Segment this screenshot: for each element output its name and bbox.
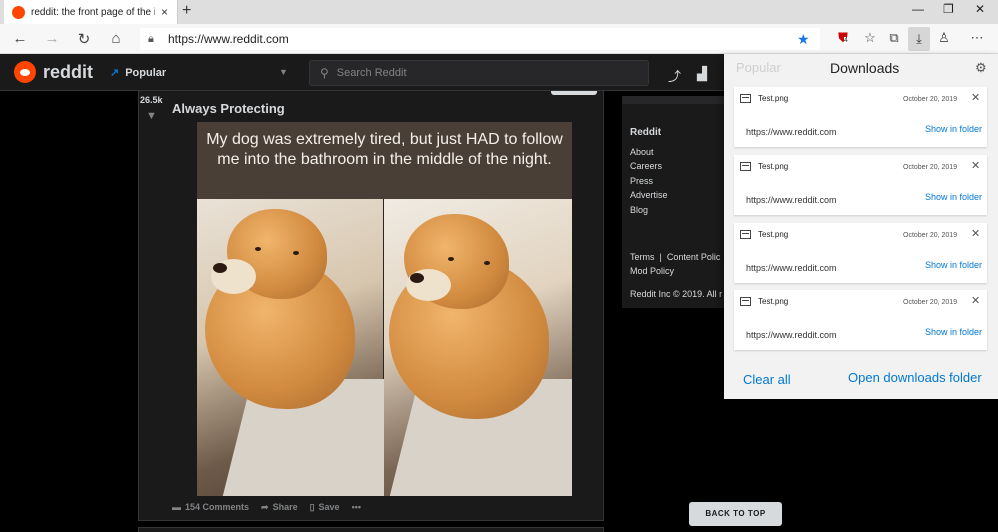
dog-photo-left	[197, 199, 422, 496]
download-filename[interactable]: Test.png	[758, 162, 788, 171]
search-placeholder: Search Reddit	[336, 67, 407, 79]
download-item[interactable]: Test.png October 20, 2019 ✕ https://www.…	[734, 290, 987, 350]
post-title[interactable]: Always Protecting	[172, 101, 285, 116]
forward-icon[interactable]: →	[42, 30, 62, 47]
feed-label: Popular	[125, 67, 167, 79]
download-date: October 20, 2019	[903, 96, 958, 103]
sidebar-mod-policy[interactable]: Mod Policy	[630, 266, 674, 276]
image-caption: My dog was extremely tired, but just HAD…	[197, 122, 572, 199]
sidebar-title: Reddit	[630, 127, 662, 138]
new-tab-button[interactable]: +	[182, 2, 191, 20]
open-downloads-folder-button[interactable]: Open downloads folder	[848, 370, 982, 385]
download-item[interactable]: Test.png October 20, 2019 ✕ https://www.…	[734, 155, 987, 215]
share-label: Share	[272, 502, 298, 512]
sidebar-link-press[interactable]: Press	[630, 176, 653, 186]
image-file-icon	[740, 230, 751, 239]
profile-icon[interactable]: ♙	[934, 30, 954, 46]
image-file-icon	[740, 162, 751, 171]
download-date: October 20, 2019	[903, 164, 958, 171]
close-icon[interactable]: ✕	[971, 91, 980, 104]
more-options-button[interactable]: •••	[352, 502, 361, 513]
share-button[interactable]: ➦ Share	[261, 502, 298, 513]
close-window-button[interactable]: ✕	[975, 2, 985, 16]
trending-icon: ↗	[110, 67, 120, 79]
clear-all-button[interactable]: Clear all	[743, 372, 791, 387]
download-filename[interactable]: Test.png	[758, 230, 788, 239]
downvote-icon[interactable]: ▼	[146, 110, 157, 122]
close-icon[interactable]: ✕	[971, 159, 980, 172]
home-icon[interactable]: ⌂	[106, 30, 126, 47]
feed-selector[interactable]: ↗ Popular	[110, 66, 166, 79]
url-text: https://www.reddit.com	[168, 32, 289, 46]
close-icon[interactable]: ✕	[971, 227, 980, 240]
share-icon: ➦	[261, 502, 269, 512]
gear-icon[interactable]: ⚙	[975, 60, 987, 76]
download-source-url: https://www.reddit.com	[746, 330, 837, 340]
sidebar-copyright: Reddit Inc © 2019. All r	[630, 289, 723, 299]
reddit-logo-icon[interactable]	[14, 61, 36, 83]
back-to-top-button[interactable]: BACK TO TOP	[689, 502, 782, 526]
show-in-folder-link[interactable]: Show in folder	[925, 260, 982, 270]
background-popular-label: Popular	[736, 60, 781, 75]
download-item[interactable]: Test.png October 20, 2019 ✕ https://www.…	[734, 87, 987, 147]
chevron-down-icon[interactable]: ▼	[279, 67, 288, 77]
comments-button[interactable]: ▬ 154 Comments	[172, 502, 249, 513]
comments-label: 154 Comments	[185, 502, 250, 512]
image-file-icon	[740, 297, 751, 306]
download-filename[interactable]: Test.png	[758, 297, 788, 306]
show-in-folder-link[interactable]: Show in folder	[925, 327, 982, 337]
extension-shield-icon[interactable]: ⛊ 4	[833, 30, 853, 46]
post-pill	[551, 91, 597, 95]
download-date: October 20, 2019	[903, 299, 958, 306]
reddit-wordmark[interactable]: reddit	[43, 62, 93, 83]
post-actions: ▬ 154 Comments ➦ Share ▯ Save •••	[172, 502, 361, 513]
tab-close-icon[interactable]: ×	[161, 5, 168, 19]
download-item[interactable]: Test.png October 20, 2019 ✕ https://www.…	[734, 223, 987, 283]
refresh-icon[interactable]: ↻	[74, 30, 94, 48]
sidebar-link-advertise[interactable]: Advertise	[630, 190, 668, 200]
sidebar-divider	[622, 96, 728, 104]
favorites-list-icon[interactable]: ☆	[860, 30, 880, 46]
sidebar-link-careers[interactable]: Careers	[630, 161, 662, 171]
downloads-title: Downloads	[830, 60, 900, 76]
image-file-icon	[740, 94, 751, 103]
download-source-url: https://www.reddit.com	[746, 127, 837, 137]
lock-icon: 🔒︎	[148, 32, 154, 45]
tab-title: reddit: the front page of the inte	[31, 6, 155, 18]
show-in-folder-link[interactable]: Show in folder	[925, 124, 982, 134]
download-source-url: https://www.reddit.com	[746, 195, 837, 205]
bookmark-icon: ▯	[309, 502, 315, 512]
back-icon[interactable]: ←	[10, 30, 30, 47]
sidebar-link-about[interactable]: About	[630, 147, 654, 157]
download-filename[interactable]: Test.png	[758, 94, 788, 103]
reddit-favicon-icon	[12, 5, 25, 19]
browser-tab[interactable]: reddit: the front page of the inte ×	[4, 0, 178, 24]
save-button[interactable]: ▯ Save	[310, 502, 340, 513]
search-icon: ⚲	[320, 66, 329, 80]
dog-photo-right	[384, 199, 572, 496]
download-source-url: https://www.reddit.com	[746, 263, 837, 273]
extension-badge: 4	[844, 37, 848, 44]
comment-icon: ▬	[172, 502, 181, 512]
download-date: October 20, 2019	[903, 232, 958, 239]
more-menu-icon[interactable]: ⋯	[967, 30, 987, 46]
minimize-button[interactable]: —	[912, 2, 924, 16]
post-image[interactable]: My dog was extremely tired, but just HAD…	[197, 122, 572, 496]
vote-count: 26.5k	[140, 95, 163, 105]
favorite-star-icon[interactable]: ★	[797, 31, 810, 48]
stats-icon[interactable]: ▟	[697, 66, 707, 82]
save-label: Save	[318, 502, 340, 512]
restore-button[interactable]: ❐	[943, 2, 954, 16]
next-post-card	[138, 527, 604, 532]
sidebar-link-blog[interactable]: Blog	[630, 205, 648, 215]
search-input[interactable]: ⚲ Search Reddit	[309, 60, 649, 86]
close-icon[interactable]: ✕	[971, 294, 980, 307]
sidebar-terms-links[interactable]: Terms | Content Polic	[630, 252, 720, 262]
downloads-icon[interactable]: ⤓	[908, 27, 930, 51]
trending-header-icon[interactable]: ⤴	[668, 66, 681, 85]
show-in-folder-link[interactable]: Show in folder	[925, 192, 982, 202]
address-bar[interactable]: 🔒︎ https://www.reddit.com	[140, 28, 820, 50]
collections-icon[interactable]: ⧉	[884, 30, 904, 46]
